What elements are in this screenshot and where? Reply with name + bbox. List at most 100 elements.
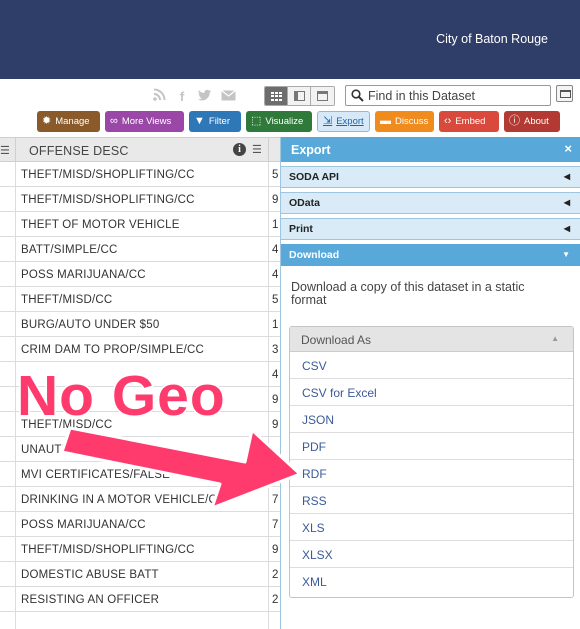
column-menu-icon[interactable]: ☰ (0, 144, 10, 157)
download-csv-for-excel[interactable]: CSV for Excel (290, 379, 573, 406)
share-icons: f (151, 88, 236, 104)
grid-view-icon[interactable] (265, 87, 288, 105)
table-row[interactable]: BURG/AUTO UNDER $50 1 (0, 312, 280, 337)
more-views-button[interactable]: ∞ More Views (105, 111, 184, 132)
table-row[interactable]: THEFT/MISD/SHOPLIFTING/CC 9 (0, 187, 280, 212)
search-icon (346, 89, 368, 102)
caret-left-icon: ◀ (563, 198, 570, 207)
download-json[interactable]: JSON (290, 406, 573, 433)
about-button[interactable]: ⓘ About (504, 111, 560, 132)
table-row[interactable]: RESISTING AN OFFICER 2 (0, 587, 280, 612)
section-print[interactable]: Print ◀ (281, 218, 580, 240)
next-column-cell: 9 (272, 394, 279, 406)
facebook-icon[interactable]: f (174, 89, 190, 104)
column-title-offense-desc[interactable]: OFFENSE DESC (29, 144, 129, 158)
column-menu-icon[interactable]: ☰ (252, 143, 262, 156)
next-column-cell: 4 (272, 369, 279, 381)
next-column-cell: 2 (272, 569, 279, 581)
caret-down-icon: ▼ (562, 250, 570, 259)
offense-cell: BURG/AUTO UNDER $50 (21, 319, 160, 331)
section-odata[interactable]: OData ◀ (281, 192, 580, 214)
table-row[interactable]: BATT/SIMPLE/CC 4 (0, 237, 280, 262)
site-name[interactable]: City of Baton Rouge (436, 32, 548, 46)
offense-cell: POSS MARIJUANA/CC (21, 269, 146, 281)
offense-cell: RESISTING AN OFFICER (21, 594, 160, 606)
table-row[interactable]: THEFT/MISD/SHOPLIFTING/CC 9 (0, 537, 280, 562)
table-row[interactable]: POSS MARIJUANA/CC 4 (0, 262, 280, 287)
code-brackets-icon: ‹› (444, 115, 452, 127)
export-panel-header: Export × (281, 137, 580, 162)
download-pdf[interactable]: PDF (290, 433, 573, 460)
page-view-icon[interactable] (311, 87, 334, 105)
table-row[interactable]: THEFT/MISD/CC 5 (0, 287, 280, 312)
export-panel: Export × SODA API ◀ OData ◀ Print ◀ Down… (280, 137, 580, 629)
export-button[interactable]: ⇲ Export (317, 111, 370, 132)
embed-button[interactable]: ‹› Embed (439, 111, 499, 132)
close-icon[interactable]: × (564, 141, 572, 156)
export-icon: ⇲ (323, 115, 333, 127)
download-as-header[interactable]: Download As ▲ (290, 327, 573, 352)
search-input[interactable] (368, 88, 543, 103)
next-column-cell: 1 (272, 319, 279, 331)
next-column-cell: 7 (272, 519, 279, 531)
next-column-cell: 5 (272, 169, 279, 181)
action-buttons: ✹ Manage ∞ More Views ▼ Filter ⬚ Visualize ⇲… (37, 111, 560, 132)
speech-bubble-icon: ▬ (380, 115, 391, 127)
gear-icon: ✹ (42, 115, 52, 127)
download-xls[interactable]: XLS (290, 514, 573, 541)
table-row[interactable]: DRINKING IN A MOTOR VEHICLE/CC 7 (0, 487, 280, 512)
next-column-cell: 9 (272, 419, 279, 431)
fullscreen-icon[interactable] (556, 85, 573, 102)
next-column-cell: 4 (272, 244, 279, 256)
info-icon: ⓘ (509, 115, 520, 127)
next-column-cell: 2 (272, 594, 279, 606)
download-csv[interactable]: CSV (290, 352, 573, 379)
next-column-cell: 7 (272, 469, 279, 481)
download-xml[interactable]: XML (290, 568, 573, 595)
download-rdf[interactable]: RDF (290, 460, 573, 487)
download-format-list: Download As ▲ CSV CSV for Excel JSON PDF… (289, 326, 574, 598)
offense-cell: THEFT/MISD/CC (21, 294, 113, 306)
manage-button[interactable]: ✹ Manage (37, 111, 100, 132)
table-row[interactable]: UNAUTH USE/MOVABLE (0, 437, 280, 462)
discuss-button[interactable]: ▬ Discuss (375, 111, 434, 132)
filter-button[interactable]: ▼ Filter (189, 111, 241, 132)
email-icon[interactable] (220, 89, 236, 104)
section-download[interactable]: Download ▼ (281, 244, 580, 266)
caret-up-icon: ▲ (551, 334, 559, 343)
export-panel-title: Export (291, 143, 331, 157)
rss-icon[interactable] (151, 88, 167, 104)
download-rss[interactable]: RSS (290, 487, 573, 514)
binoculars-icon: ∞ (110, 115, 118, 127)
next-column-cell: 9 (272, 194, 279, 206)
offense-cell: BATT/SIMPLE/CC (21, 244, 118, 256)
twitter-icon[interactable] (197, 89, 213, 104)
table-row[interactable]: THEFT OF MOTOR VEHICLE 1 (0, 212, 280, 237)
offense-cell: THEFT/MISD/SHOPLIFTING/CC (21, 169, 195, 181)
offense-cell: UNAUTH USE/MOVABLE (21, 444, 158, 456)
offense-cell: THEFT OF MOTOR VEHICLE (21, 219, 180, 231)
section-soda-api[interactable]: SODA API ◀ (281, 166, 580, 188)
download-description: Download a copy of this dataset in a sta… (291, 280, 525, 307)
table-row[interactable]: MVI CERTIFICATES/FALSE 7 (0, 462, 280, 487)
offense-cell: THEFT/MISD/SHOPLIFTING/CC (21, 194, 195, 206)
download-xlsx[interactable]: XLSX (290, 541, 573, 568)
table-row[interactable]: POSS MARIJUANA/CC 7 (0, 512, 280, 537)
table-row[interactable]: CRIM DAM TO PROP/SIMPLE/CC 3 (0, 337, 280, 362)
next-column-cell: 4 (272, 269, 279, 281)
offense-cell: DRINKING IN A MOTOR VEHICLE/CC (21, 494, 226, 506)
next-column-cell: 1 (272, 219, 279, 231)
next-column-cell: 3 (272, 344, 279, 356)
visualize-button[interactable]: ⬚ Visualize (246, 111, 312, 132)
chart-icon: ⬚ (251, 115, 262, 127)
table-row[interactable]: THEFT/MISD/SHOPLIFTING/CC 5 (0, 162, 280, 187)
caret-left-icon: ◀ (563, 224, 570, 233)
table-row[interactable]: DOMESTIC ABUSE BATT 2 (0, 562, 280, 587)
offense-cell: CRIM DAM TO PROP/SIMPLE/CC (21, 344, 205, 356)
dataset-toolbar: f ✹Manage ∞More Views ▼Filter ⬚Visualize… (0, 79, 580, 137)
row-view-icon[interactable] (288, 87, 311, 105)
site-header: City of Baton Rouge (0, 0, 580, 79)
caret-left-icon: ◀ (563, 172, 570, 181)
column-info-icon[interactable]: i (233, 143, 246, 156)
next-column-cell: 7 (272, 494, 279, 506)
